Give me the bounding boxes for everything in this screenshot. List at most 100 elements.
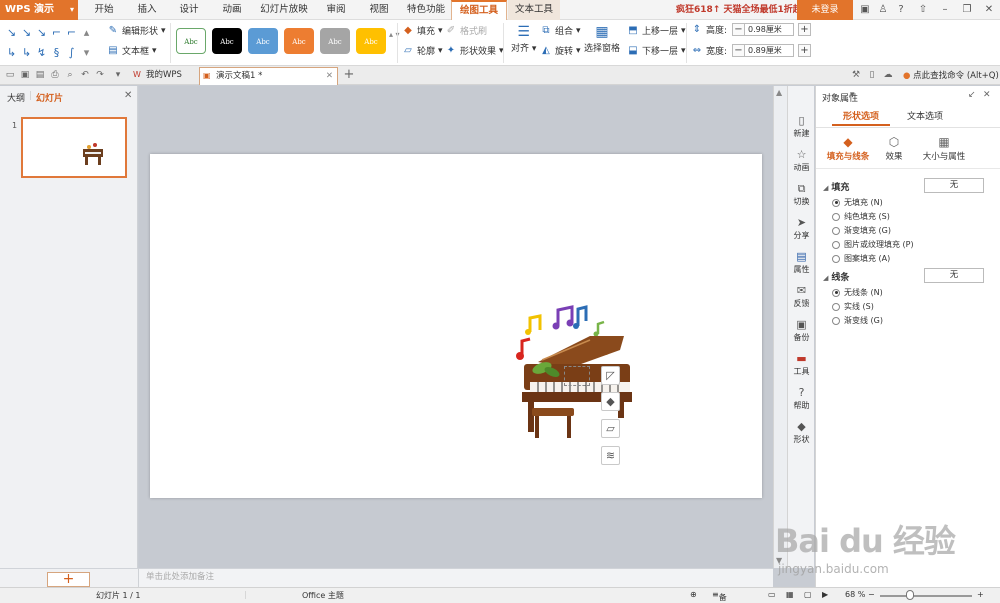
radio-option[interactable]: 渐变填充 (G) xyxy=(832,225,891,236)
new-tab-icon[interactable]: + xyxy=(343,68,355,81)
slide-thumbnail[interactable] xyxy=(21,117,127,178)
undo-icon[interactable]: ↶ xyxy=(79,69,91,81)
slideshow-icon[interactable]: ▶ xyxy=(822,590,828,599)
height-increase-button[interactable]: + xyxy=(798,23,811,36)
line-arrow-icon[interactable]: ↘ xyxy=(34,23,49,43)
close-icon[interactable]: ✕ xyxy=(326,68,333,85)
tool-shape[interactable]: ◆ 形状 xyxy=(788,420,815,445)
line-value-dropdown[interactable]: 无 xyxy=(924,268,984,283)
redo-icon[interactable]: ↷ xyxy=(94,69,106,81)
find-command-box[interactable]: ● 点此查找命令 (Alt+Q) xyxy=(903,67,999,85)
elbow-connector-icon[interactable]: ↳ xyxy=(19,43,34,63)
selection-box[interactable] xyxy=(564,366,590,386)
fill-section-header[interactable]: ◢ 填充 xyxy=(823,180,849,193)
tab-slideshow[interactable]: 幻灯片放映 xyxy=(258,0,310,20)
zoom-slider-thumb[interactable] xyxy=(906,590,914,600)
radio-button[interactable] xyxy=(832,212,840,221)
send-backward-button[interactable]: ⬓ 下移一层 ▾ xyxy=(627,44,685,58)
skin-icon[interactable]: ▣ xyxy=(858,3,872,17)
autofit-icon[interactable]: ⊕ xyxy=(690,590,697,599)
edit-shape-button[interactable]: ✎ 编辑形状 ▾ xyxy=(107,24,166,38)
elbow-connector-icon[interactable]: ⌐ xyxy=(64,23,79,43)
shape-style-swatch[interactable]: Abc xyxy=(284,28,314,54)
open-folder-icon[interactable]: ▭ xyxy=(4,69,16,81)
quick-fill-button[interactable]: ◆ xyxy=(601,392,620,411)
customize-icon[interactable]: ▾ xyxy=(112,69,124,81)
tab-text-tools[interactable]: 文本工具 xyxy=(508,0,560,20)
radio-option[interactable]: 纯色填充 (S) xyxy=(832,211,890,222)
notes-toggle[interactable]: ≡ 备注 xyxy=(712,590,727,602)
tab-outline[interactable]: 大纲 xyxy=(7,91,25,104)
chevron-down-icon[interactable]: ▾ xyxy=(850,90,855,100)
login-button[interactable]: 未登录 xyxy=(797,0,853,20)
align-button[interactable]: ☰ 对齐 ▾ xyxy=(511,24,536,54)
doc-tab-presentation[interactable]: ▣ 演示文稿1 * ✕ xyxy=(199,67,338,85)
tool-help[interactable]: ? 帮助 xyxy=(788,386,815,411)
reading-view-icon[interactable]: ▢ xyxy=(804,590,812,599)
outline-button[interactable]: ▱ 轮廓 ▾ xyxy=(402,44,442,58)
tab-animation[interactable]: 动画 xyxy=(216,0,248,20)
elbow-connector-icon[interactable]: ↳ xyxy=(4,43,19,63)
notes-area[interactable]: 单击此处添加备注 xyxy=(139,568,773,587)
radio-option[interactable]: 实线 (S) xyxy=(832,301,874,312)
line-arrow-icon[interactable]: ↘ xyxy=(4,23,19,43)
textbox-button[interactable]: ▤ 文本框 ▾ xyxy=(107,44,156,58)
shape-style-swatch[interactable]: Abc xyxy=(176,28,206,54)
app-menu-button[interactable]: WPS 演示 ▾ xyxy=(0,0,78,20)
width-increase-button[interactable]: + xyxy=(798,44,811,57)
zoom-in-icon[interactable]: + xyxy=(977,590,984,599)
scroll-icon[interactable]: ▴ xyxy=(79,23,94,43)
zoom-level[interactable]: 68 % xyxy=(845,590,865,599)
tab-text-options[interactable]: 文本选项 xyxy=(896,108,954,126)
cloud-icon[interactable]: ☁ xyxy=(882,69,894,81)
shape-style-swatch[interactable]: Abc xyxy=(356,28,386,54)
sorter-view-icon[interactable]: ▦ xyxy=(786,590,794,599)
tab-shape-options[interactable]: 形状选项 xyxy=(832,108,890,126)
tab-slides[interactable]: 幻灯片 xyxy=(36,91,63,104)
quick-layer-button[interactable]: ≋ xyxy=(601,446,620,465)
doc-tab-my-wps[interactable]: W 我的WPS xyxy=(130,67,198,85)
bring-forward-button[interactable]: ⬒ 上移一层 ▾ xyxy=(627,24,685,38)
line-section-header[interactable]: ◢ 线条 xyxy=(823,270,849,283)
upload-icon[interactable]: ⇧ xyxy=(916,3,930,17)
subtab-size-properties[interactable]: ▦ 大小与属性 xyxy=(914,134,974,162)
rotate-button[interactable]: ◭ 旋转 ▾ xyxy=(540,44,580,58)
save-icon[interactable]: ▣ xyxy=(19,69,31,81)
tool-transition[interactable]: ⧉ 切换 xyxy=(788,182,815,207)
tab-review[interactable]: 审阅 xyxy=(320,0,352,20)
hammer-icon[interactable]: ⚒ xyxy=(850,69,862,81)
tool-share[interactable]: ➤ 分享 xyxy=(788,216,815,241)
tool-tools[interactable]: ▬ 工具 xyxy=(788,352,815,377)
tab-insert[interactable]: 插入 xyxy=(131,0,163,20)
quick-outline-button[interactable]: ▱ xyxy=(601,419,620,438)
fill-button[interactable]: ◆ 填充 ▾ xyxy=(402,24,442,38)
radio-button[interactable] xyxy=(832,288,840,297)
zoom-out-icon[interactable]: − xyxy=(868,590,875,599)
height-input[interactable]: 0.98厘米 xyxy=(744,23,794,36)
tab-drawing-tools[interactable]: 绘图工具 xyxy=(451,0,507,20)
promo-link[interactable]: 疯狂618↑ 天猫全场最低1折起 xyxy=(676,0,802,20)
tool-backup[interactable]: ▣ 备份 xyxy=(788,318,815,343)
scroll-up-icon[interactable]: ▲ xyxy=(776,88,782,97)
group-button[interactable]: ⧉ 组合 ▾ xyxy=(540,24,580,38)
radio-button[interactable] xyxy=(832,316,840,325)
tool-new[interactable]: ▯ 新建 xyxy=(788,114,815,139)
radio-option[interactable]: 图片或纹理填充 (P) xyxy=(832,239,914,250)
tab-view[interactable]: 视图 xyxy=(363,0,395,20)
radio-option[interactable]: 图案填充 (A) xyxy=(832,253,890,264)
radio-button[interactable] xyxy=(832,198,840,207)
radio-button[interactable] xyxy=(832,302,840,311)
shirt-icon[interactable]: ♙ xyxy=(876,3,890,17)
elbow-connector-icon[interactable]: ⌐ xyxy=(49,23,64,43)
radio-button[interactable] xyxy=(832,240,840,249)
line-shapes-gallery[interactable]: ↘ ↘ ↘ ⌐ ⌐ ▴ ↳ ↳ ↯ § ∫ ▾ xyxy=(4,23,94,63)
shape-style-swatch[interactable]: Abc xyxy=(212,28,242,54)
close-icon[interactable]: ✕ xyxy=(124,90,132,101)
format-painter-button[interactable]: ✐ 格式刷 xyxy=(445,24,487,38)
minimize-icon[interactable]: – xyxy=(938,3,952,17)
radio-option[interactable]: 渐变线 (G) xyxy=(832,315,883,326)
radio-button[interactable] xyxy=(832,254,840,263)
help-icon[interactable]: ? xyxy=(894,3,908,17)
vertical-scrollbar[interactable]: ▲ ▼ xyxy=(773,86,787,568)
scroll-icon[interactable]: ▾ xyxy=(79,43,94,63)
